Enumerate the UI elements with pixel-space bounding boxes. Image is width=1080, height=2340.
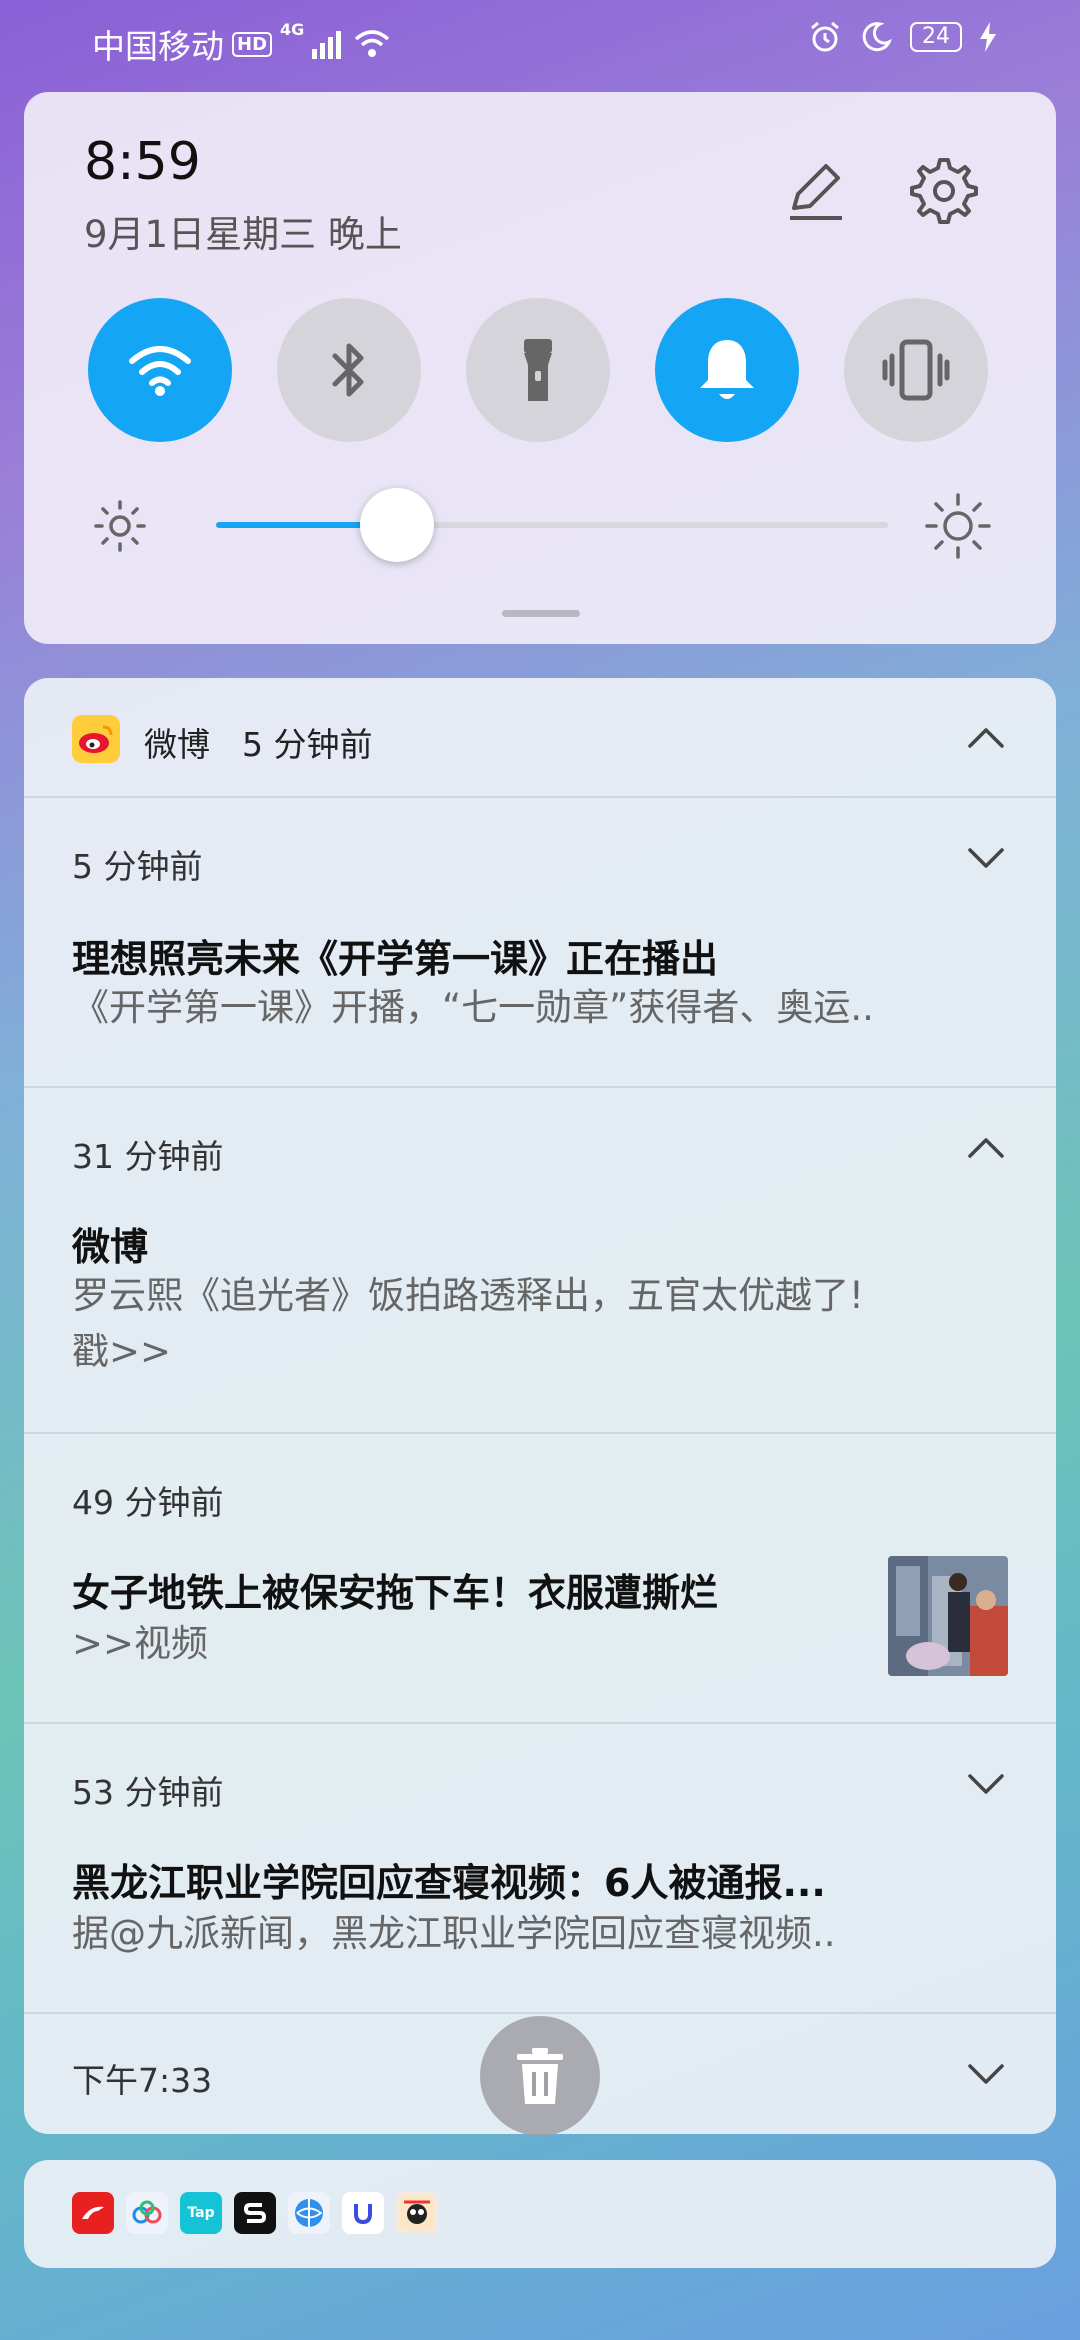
notification-group-header[interactable]: 微博 5 分钟前 [24, 678, 1056, 798]
clock-time: 8:59 [84, 132, 201, 192]
carrier-name: 中国移动 [92, 27, 224, 66]
notification-body: 罗云熙《追光者》饭拍路透释出，五官太优越了! [72, 1274, 864, 1317]
notification-time: 下午7:33 [72, 2061, 213, 2100]
notification-item[interactable]: 31 分钟前 微博 罗云熙《追光者》饭拍路透释出，五官太优越了! 戳>> [24, 1088, 1056, 1434]
globe-glyph [295, 2199, 323, 2227]
tile-wifi[interactable] [88, 298, 232, 442]
game-glyph [400, 2196, 434, 2230]
notification-app-time: 5 分钟前 [242, 725, 373, 764]
bluetooth-icon [332, 343, 364, 397]
s-glyph [243, 2203, 267, 2223]
notification-title: 微博 [72, 1225, 149, 1269]
tile-flashlight[interactable] [466, 298, 610, 442]
app-cloud-icon[interactable] [126, 2192, 168, 2234]
network-label: 4G [280, 20, 305, 39]
trash-icon [517, 2048, 563, 2104]
notification-thumbnail [888, 1556, 1008, 1676]
chevron-down-icon[interactable] [964, 1762, 1008, 1806]
brightness-high-icon [925, 493, 991, 559]
moon-icon [862, 22, 892, 52]
notification-body: >>视频 [72, 1622, 209, 1665]
notification-group: 微博 5 分钟前 5 分钟前 理想照亮未来《开学第一课》正在播出 《开学第一课》… [24, 678, 1056, 2134]
notification-title: 女子地铁上被保安拖下车！衣服遭撕烂 [72, 1571, 719, 1615]
chevron-down-icon[interactable] [964, 836, 1008, 880]
taptap-label: Tap [187, 2205, 215, 2221]
chevron-up-icon[interactable] [964, 1126, 1008, 1170]
app-red-icon[interactable] [72, 2192, 114, 2234]
notification-item[interactable]: 49 分钟前 女子地铁上被保安拖下车！衣服遭撕烂 >>视频 [24, 1434, 1056, 1724]
u-glyph [354, 2204, 372, 2225]
charging-icon [980, 22, 996, 52]
chevron-down-icon[interactable] [964, 2052, 1008, 2096]
notification-time: 49 分钟前 [72, 1483, 224, 1522]
weibo-logo-icon [79, 725, 113, 753]
app-icon-strip: Tap [24, 2160, 1056, 2268]
battery-icon: 24 [910, 22, 962, 52]
wifi-status-icon [355, 30, 390, 57]
browser-icon[interactable] [288, 2192, 330, 2234]
status-bar: 中国移动 HD 4G 24 [0, 0, 1080, 84]
notification-time: 5 分钟前 [72, 847, 203, 886]
vibrate-icon [882, 339, 950, 401]
status-left: 中国移动 HD 4G [92, 20, 390, 68]
brightness-slider[interactable] [216, 488, 888, 562]
notification-body: 据@九派新闻，黑龙江职业学院回应查寝视频.. [72, 1912, 836, 1955]
tile-vibrate[interactable] [844, 298, 988, 442]
status-right: 24 [808, 20, 996, 54]
weibo-app-icon [72, 715, 120, 763]
app-u-icon[interactable] [342, 2192, 384, 2234]
notification-app-name: 微博 [144, 725, 210, 764]
gear-icon[interactable] [906, 154, 978, 226]
flashlight-icon [524, 339, 552, 401]
cloud-glyph [132, 2200, 162, 2224]
notification-time: 31 分钟前 [72, 1137, 224, 1176]
chevron-up-icon[interactable] [964, 716, 1008, 760]
alarm-icon [811, 21, 839, 52]
game-icon[interactable] [396, 2192, 438, 2234]
clock-date: 9月1日星期三 晚上 [84, 213, 402, 256]
brightness-slider-knob[interactable] [360, 488, 435, 562]
notification-body: 《开学第一课》开播，“七一勋章”获得者、奥运.. [72, 986, 874, 1029]
video-thumbnail-image [888, 1556, 1008, 1676]
notification-time: 53 分钟前 [72, 1773, 224, 1812]
tile-sound[interactable] [655, 298, 799, 442]
app-s-icon[interactable] [234, 2192, 276, 2234]
bell-icon [700, 340, 754, 399]
wifi-icon [129, 346, 191, 396]
app-red-glyph [82, 2206, 104, 2219]
signal-icon [312, 31, 342, 59]
tile-bluetooth[interactable] [277, 298, 421, 442]
notification-item[interactable]: 53 分钟前 黑龙江职业学院回应查寝视频：6人被通报... 据@九派新闻，黑龙江… [24, 1724, 1056, 2014]
notification-body-more: 戳>> [72, 1330, 172, 1373]
notification-item[interactable]: 5 分钟前 理想照亮未来《开学第一课》正在播出 《开学第一课》开播，“七一勋章”… [24, 798, 1056, 1088]
hd-badge: HD [232, 31, 273, 57]
edit-icon[interactable] [780, 154, 852, 226]
notification-title: 黑龙江职业学院回应查寝视频：6人被通报... [72, 1861, 826, 1905]
brightness-low-icon [94, 500, 146, 552]
quick-tiles [88, 298, 988, 442]
notification-title: 理想照亮未来《开学第一课》正在播出 [72, 937, 719, 981]
taptap-icon[interactable]: Tap [180, 2192, 222, 2234]
clear-all-button[interactable] [480, 2016, 600, 2136]
quick-settings-panel: 8:59 9月1日星期三 晚上 [24, 92, 1056, 644]
panel-drag-handle[interactable] [502, 610, 580, 617]
